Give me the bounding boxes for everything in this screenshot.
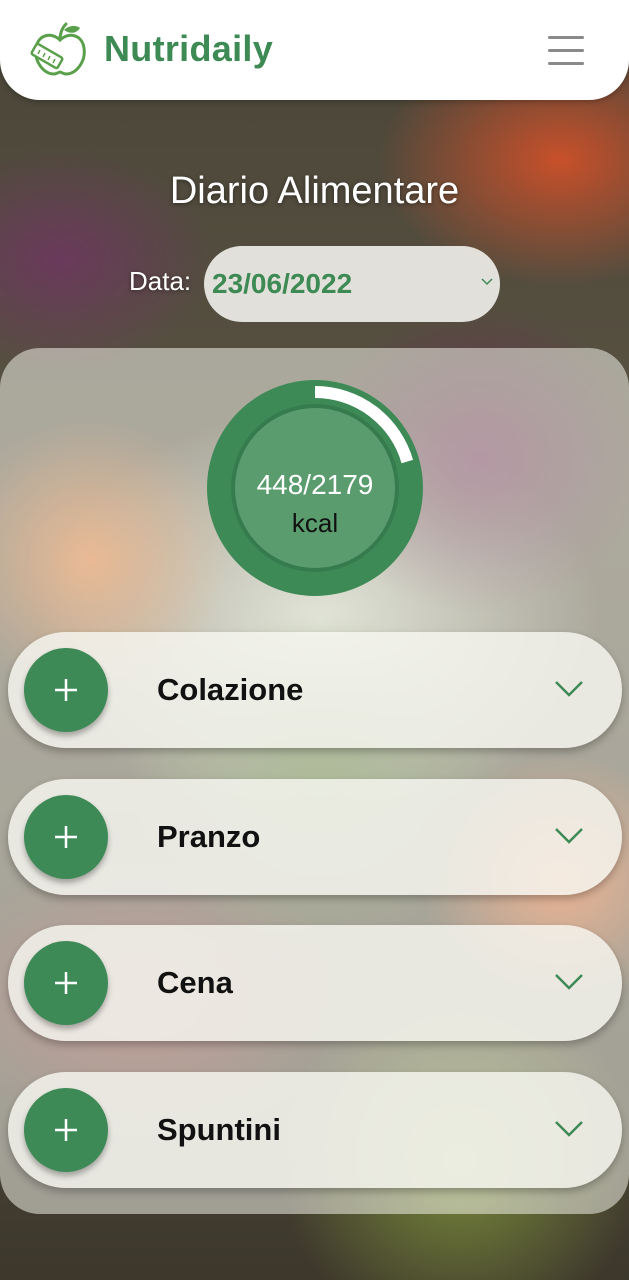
chevron-down-icon[interactable] xyxy=(554,973,584,991)
hamburger-menu-button[interactable] xyxy=(546,34,586,68)
chevron-down-icon[interactable] xyxy=(554,1120,584,1138)
chevron-down-icon[interactable] xyxy=(554,827,584,845)
apple-measuring-tape-icon xyxy=(30,22,86,76)
calorie-count: 448/2179 xyxy=(256,469,374,500)
meal-label: Colazione xyxy=(157,672,304,707)
app-header: Nutridaily xyxy=(0,0,629,100)
chevron-down-icon[interactable] xyxy=(554,680,584,698)
calorie-unit: kcal xyxy=(291,508,339,538)
plus-icon xyxy=(55,679,77,701)
plus-icon xyxy=(55,826,77,848)
meal-label: Cena xyxy=(157,965,233,1000)
hamburger-line xyxy=(548,49,584,52)
plus-icon xyxy=(55,1119,77,1141)
hamburger-line xyxy=(548,62,584,65)
add-colazione-button[interactable] xyxy=(24,648,108,732)
add-pranzo-button[interactable] xyxy=(24,795,108,879)
meal-label: Spuntini xyxy=(157,1112,281,1147)
chevron-down-icon xyxy=(481,278,493,286)
meal-row-pranzo[interactable]: Pranzo xyxy=(8,779,622,895)
meal-label: Pranzo xyxy=(157,819,261,854)
date-select[interactable]: 23/06/2022 xyxy=(204,246,500,322)
meal-row-colazione[interactable]: Colazione xyxy=(8,632,622,748)
hamburger-menu-icon xyxy=(548,36,584,39)
brand-name[interactable]: Nutridaily xyxy=(104,28,273,70)
meal-row-cena[interactable]: Cena xyxy=(8,925,622,1041)
date-label: Data: xyxy=(129,266,192,296)
page-title: Diario Alimentare xyxy=(169,170,460,212)
add-cena-button[interactable] xyxy=(24,941,108,1025)
add-spuntini-button[interactable] xyxy=(24,1088,108,1172)
calorie-ring: 448/2179 kcal xyxy=(207,380,423,596)
date-value: 23/06/2022 xyxy=(212,268,353,299)
meal-row-spuntini[interactable]: Spuntini xyxy=(8,1072,622,1188)
plus-icon xyxy=(55,972,77,994)
